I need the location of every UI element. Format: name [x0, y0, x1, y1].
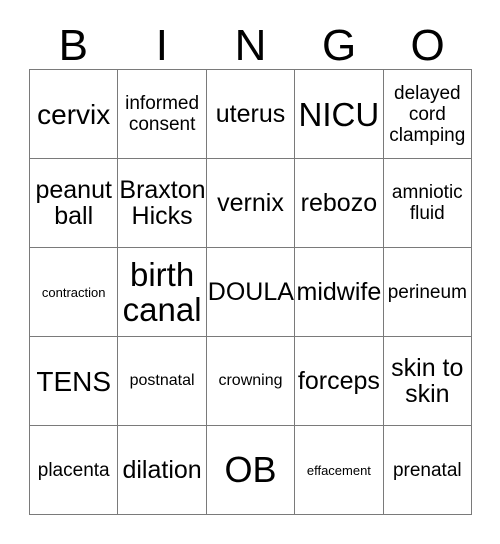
bingo-cell-label: OB	[224, 449, 277, 490]
bingo-cell-label: uterus	[215, 100, 286, 128]
bingo-cell-label: postnatal	[129, 372, 195, 389]
bingo-cell-label: delayed cord clamping	[389, 82, 466, 146]
bingo-cell-r4c1[interactable]: TENS	[30, 337, 119, 426]
bingo-cell-label: perineum	[387, 281, 467, 303]
bingo-header-letter-o: O	[410, 21, 445, 70]
bingo-cell-label: rebozo	[300, 189, 378, 217]
bingo-cell-r5c3[interactable]: OB	[206, 426, 296, 515]
bingo-cell-r5c5[interactable]: prenatal	[383, 426, 472, 515]
bingo-cell-r3c2[interactable]: birth canal	[118, 248, 207, 337]
bingo-header-letter-b: B	[58, 21, 88, 70]
bingo-cell-label: TENS	[36, 365, 112, 397]
bingo-cell-label: skin to skin	[391, 354, 464, 408]
bingo-cell-r3c1[interactable]: contraction	[30, 248, 119, 337]
bingo-cell-label: amniotic fluid	[391, 182, 463, 224]
bingo-cell-r3c4[interactable]: midwife	[295, 248, 384, 337]
bingo-cell-r5c2[interactable]: dilation	[118, 426, 207, 515]
bingo-cell-r5c1[interactable]: placenta	[30, 426, 119, 515]
bingo-cell-r5c4[interactable]: effacement	[295, 426, 384, 515]
bingo-cell-r1c4[interactable]: NICU	[295, 70, 384, 159]
bingo-cell-r2c1[interactable]: peanut ball	[30, 159, 119, 248]
bingo-cell-r2c3[interactable]: vernix	[206, 159, 296, 248]
bingo-cell-r2c4[interactable]: rebozo	[295, 159, 384, 248]
bingo-header-letter-n: N	[234, 21, 267, 70]
bingo-cell-label: forceps	[297, 367, 380, 395]
bingo-grid: cervix informed consent uterus NICU delayed …	[29, 69, 472, 515]
bingo-cell-label: vernix	[217, 189, 284, 217]
bingo-cell-r4c3[interactable]: crowning	[206, 337, 296, 426]
bingo-header-letter-g: G	[321, 21, 357, 70]
bingo-cell-r1c2[interactable]: informed consent	[118, 70, 207, 159]
bingo-cell-r3c3[interactable]: DOULA	[206, 248, 296, 337]
bingo-cell-r4c2[interactable]: postnatal	[118, 337, 207, 426]
bingo-cell-label: peanut ball	[35, 176, 112, 230]
bingo-cell-r1c5[interactable]: delayed cord clamping	[383, 70, 472, 159]
bingo-cell-label: placenta	[37, 459, 110, 481]
bingo-cell-label: midwife	[296, 278, 382, 306]
bingo-cell-label: contraction	[41, 284, 106, 300]
bingo-header-row: B I N G O	[29, 18, 472, 69]
bingo-cell-r2c5[interactable]: amniotic fluid	[383, 159, 472, 248]
bingo-cell-label: effacement	[306, 462, 371, 478]
bingo-cell-label: DOULA	[207, 278, 294, 306]
bingo-header-letter-i: I	[155, 21, 168, 70]
bingo-card: B I N G O cervix informed consent uterus NI…	[0, 0, 500, 544]
bingo-cell-label: informed consent	[125, 93, 200, 135]
bingo-cell-r1c3[interactable]: uterus	[206, 70, 296, 159]
bingo-cell-r4c5[interactable]: skin to skin	[383, 337, 472, 426]
bingo-cell-label: cervix	[37, 98, 111, 130]
bingo-cell-r1c1[interactable]: cervix	[30, 70, 119, 159]
bingo-cell-label: dilation	[122, 456, 202, 484]
bingo-cell-r3c5[interactable]: perineum	[383, 248, 472, 337]
bingo-cell-label: prenatal	[392, 459, 462, 481]
bingo-cell-label: Braxton Hicks	[119, 176, 206, 230]
bingo-cell-label: birth canal	[122, 256, 202, 328]
bingo-cell-r4c4[interactable]: forceps	[295, 337, 384, 426]
bingo-cell-label: crowning	[218, 372, 283, 389]
bingo-cell-label: NICU	[298, 95, 380, 133]
bingo-cell-r2c2[interactable]: Braxton Hicks	[118, 159, 207, 248]
